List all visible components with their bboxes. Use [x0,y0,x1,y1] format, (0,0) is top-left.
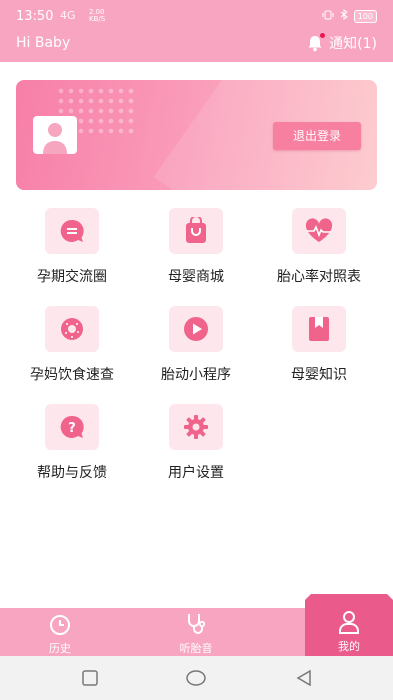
unread-dot [320,33,326,38]
recent-apps-icon[interactable] [82,670,98,690]
gear-icon [169,404,223,450]
tab-notch-left [305,594,311,600]
profile-card: 退出登录 [16,80,377,190]
battery-indicator: 100 [353,9,377,23]
avatar[interactable] [33,116,77,154]
chat-icon [45,208,99,254]
network-speed-unit: KB/S [89,15,106,23]
bluetooth-icon [340,9,348,23]
tab-history[interactable]: 历史 [16,608,104,656]
bookmark-icon [292,306,346,352]
page-title: Hi Baby [16,35,71,51]
tab-label: 听胎音 [179,642,213,655]
status-time: 13:50 [16,9,54,24]
tab-mine[interactable]: 我的 [305,594,393,656]
app-header: 13:50 4G 2.00 KB/S 100 Hi Baby 通知(1) [0,0,393,62]
tab-label: 我的 [338,640,360,653]
bottom-tab-bar: 历史 听胎音 我的 [0,594,393,656]
vibrate-icon [322,10,334,23]
screen: 13:50 4G 2.00 KB/S 100 Hi Baby 通知(1) 退出登… [0,0,393,700]
notification-label: 通知(1) [329,36,377,52]
tab-notch-right [387,594,393,600]
svg-text:?: ? [68,421,76,436]
person-icon [305,600,393,634]
clock-icon [16,608,104,636]
home-icon[interactable] [186,670,206,690]
play-icon [169,306,223,352]
menu-label: 母婴知识 [291,367,347,383]
menu-label: 胎心率对照表 [277,269,361,285]
shopping-bag-icon [169,208,223,254]
tab-label: 历史 [49,642,71,655]
donut-icon [45,306,99,352]
status-bar: 13:50 4G 2.00 KB/S 100 [0,0,393,30]
menu-label: 孕妈饮食速查 [30,367,114,383]
menu-item-knowledge[interactable]: 母婴知识 [264,306,374,384]
stethoscope-icon [152,608,240,636]
network-speed: 2.00 KB/S [89,9,105,23]
menu-label: 母婴商城 [168,269,224,285]
tab-highlight [311,594,387,600]
menu-item-help[interactable]: ? 帮助与反馈 [17,404,127,482]
system-nav-bar [0,656,393,700]
menu-item-fetal-movement[interactable]: 胎动小程序 [141,306,251,384]
menu-item-heart-rate[interactable]: 胎心率对照表 [264,208,374,286]
menu-item-settings[interactable]: 用户设置 [141,404,251,482]
menu-item-mall[interactable]: 母婴商城 [141,208,251,286]
notification-button[interactable]: 通知(1) [307,33,377,53]
question-icon: ? [45,404,99,450]
back-icon[interactable] [296,669,312,690]
menu-item-diet[interactable]: 孕妈饮食速查 [17,306,127,384]
status-right: 100 [322,9,377,23]
menu-item-community[interactable]: 孕期交流圈 [17,208,127,286]
menu-label: 用户设置 [168,465,224,481]
network-indicator: 4G [60,9,76,22]
bell-icon [307,33,326,52]
logout-button[interactable]: 退出登录 [273,122,361,150]
tab-listen[interactable]: 听胎音 [152,608,240,656]
menu-label: 孕期交流圈 [37,269,107,285]
menu-label: 胎动小程序 [161,367,231,383]
menu-label: 帮助与反馈 [37,465,107,481]
heartbeat-icon [292,208,346,254]
